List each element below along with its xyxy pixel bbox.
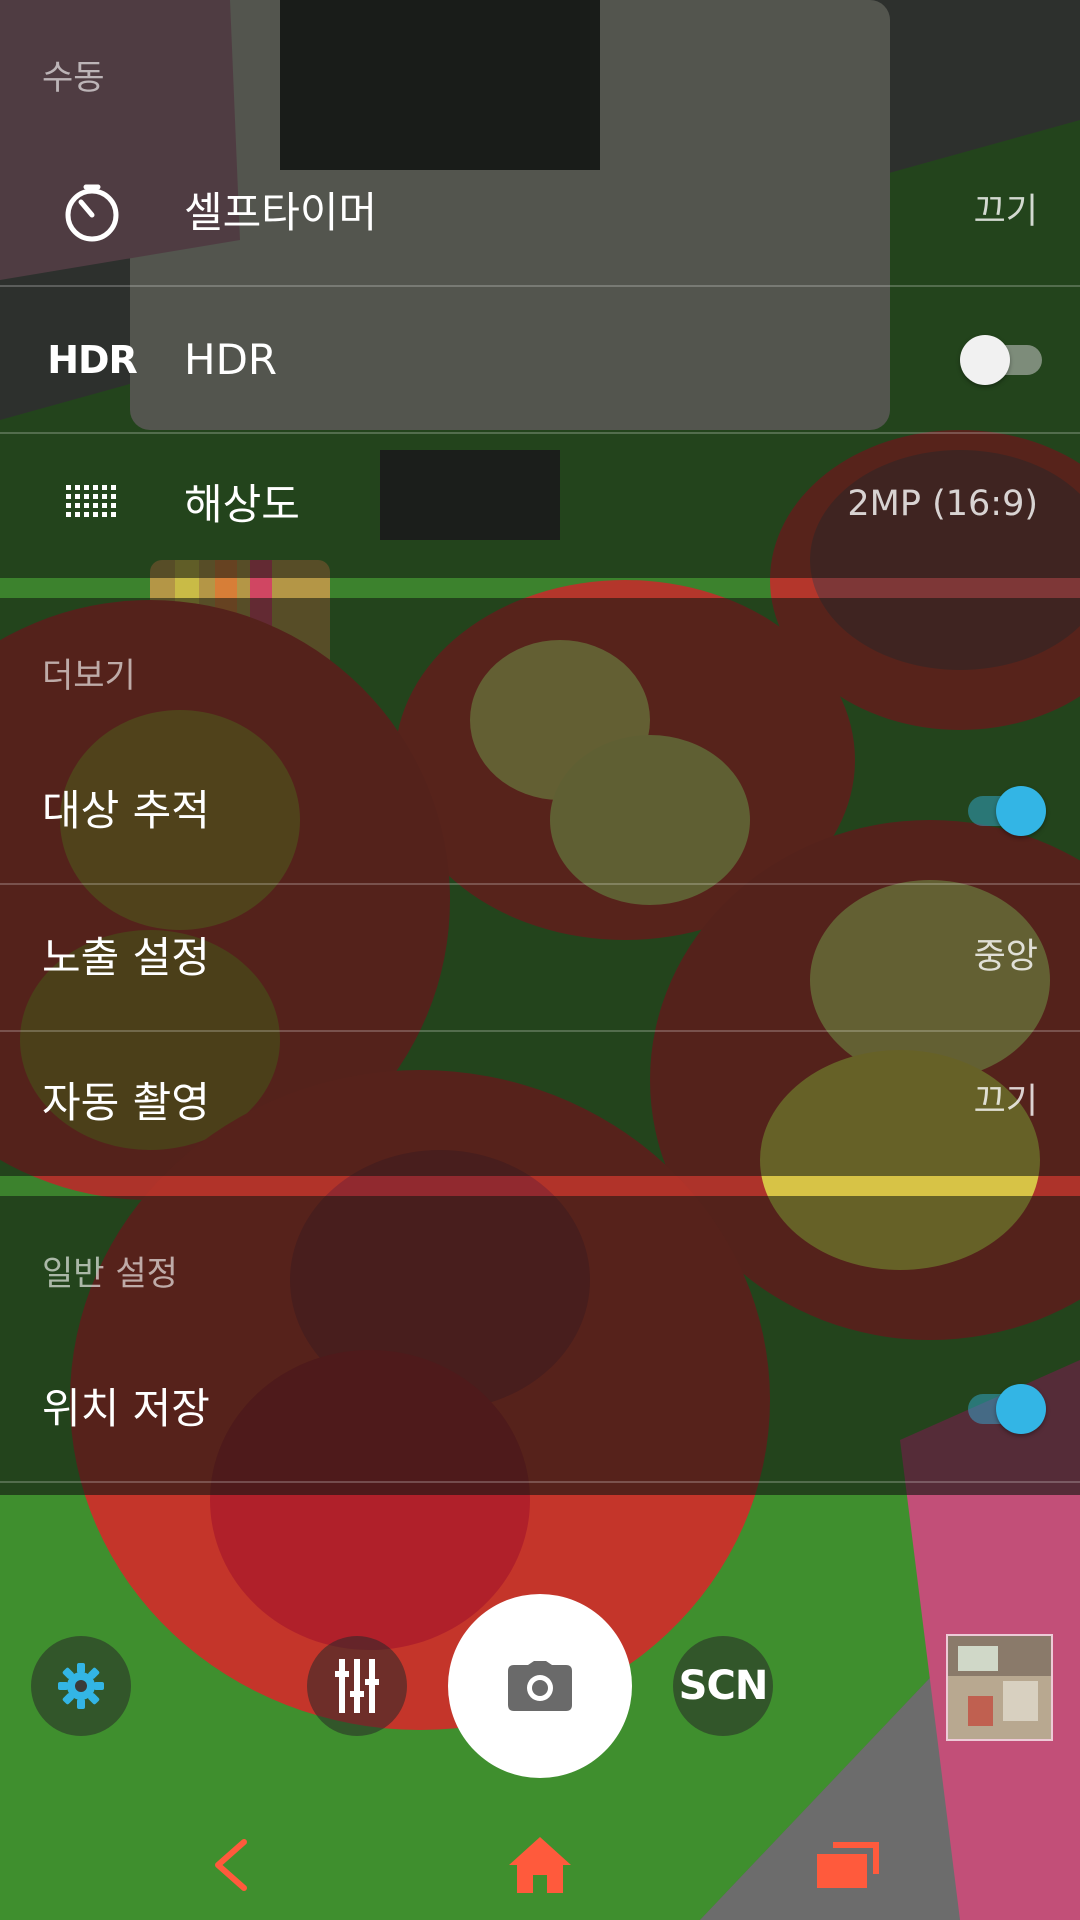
auto-capture-value: 끄기 [973, 1082, 1038, 1122]
resolution-label: 해상도 [184, 480, 300, 529]
settings-row-hdr[interactable]: HDR HDR [0, 287, 1080, 434]
gallery-thumbnail[interactable] [946, 1634, 1053, 1741]
resolution-grid-icon [42, 432, 142, 577]
scene-mode-button[interactable]: SCN [673, 1636, 773, 1736]
exposure-label: 노출 설정 [42, 933, 210, 982]
back-chevron-icon [215, 1839, 247, 1891]
hdr-label: HDR [184, 335, 278, 384]
hdr-icon: HDR [42, 287, 142, 432]
hdr-icon-text: HDR [47, 337, 138, 382]
settings-button[interactable] [31, 1636, 131, 1736]
general-section: 일반 설정 위치 저장 [0, 1196, 1080, 1495]
camera-settings-panel: 수동 셀프타이머 끄기 HDR HDR 해상도 2MP (16:9) 더보기 대… [0, 0, 1080, 1495]
exposure-value: 중앙 [973, 937, 1038, 977]
shutter-button[interactable] [448, 1594, 632, 1778]
timer-icon [42, 140, 142, 285]
sliders-icon [335, 1659, 379, 1713]
object-tracking-toggle[interactable] [960, 786, 1046, 836]
object-tracking-label: 대상 추적 [42, 786, 210, 835]
adjust-button[interactable] [307, 1636, 407, 1736]
save-location-label: 위치 저장 [42, 1384, 210, 1433]
settings-row-auto-capture[interactable]: 자동 촬영 끄기 [0, 1030, 1080, 1175]
section-header-general: 일반 설정 [42, 1254, 178, 1294]
home-icon [509, 1837, 571, 1893]
save-location-toggle[interactable] [960, 1384, 1046, 1434]
object-tracking-toggle-thumb [996, 786, 1046, 836]
section-divider [0, 578, 1080, 598]
settings-row-exposure[interactable]: 노출 설정 중앙 [0, 885, 1080, 1032]
thumbnail-preview [948, 1636, 1051, 1739]
resolution-value: 2MP (16:9) [847, 484, 1038, 524]
more-section: 더보기 대상 추적 노출 설정 중앙 자동 촬영 끄기 [0, 598, 1080, 1176]
section-header-more: 더보기 [42, 656, 136, 696]
settings-row-save-location[interactable]: 위치 저장 [0, 1336, 1080, 1483]
settings-row-self-timer[interactable]: 셀프타이머 끄기 [0, 140, 1080, 287]
recents-icon [817, 1842, 879, 1888]
settings-row-object-tracking[interactable]: 대상 추적 [0, 738, 1080, 885]
self-timer-label: 셀프타이머 [184, 188, 378, 237]
nav-back-button[interactable] [170, 1820, 290, 1910]
save-location-toggle-thumb [996, 1384, 1046, 1434]
gear-icon [58, 1663, 104, 1709]
self-timer-value: 끄기 [973, 192, 1038, 232]
section-divider [0, 1176, 1080, 1196]
nav-recents-button[interactable] [788, 1820, 908, 1910]
manual-section: 수동 셀프타이머 끄기 HDR HDR 해상도 2MP (16:9) [0, 0, 1080, 578]
hdr-toggle-thumb [960, 335, 1010, 385]
scene-mode-label: SCN [678, 1663, 769, 1709]
settings-row-resolution[interactable]: 해상도 2MP (16:9) [0, 432, 1080, 577]
nav-home-button[interactable] [480, 1820, 600, 1910]
hdr-toggle[interactable] [960, 335, 1046, 385]
auto-capture-label: 자동 촬영 [42, 1078, 210, 1127]
camera-icon [508, 1661, 572, 1711]
section-header-manual: 수동 [42, 58, 105, 98]
